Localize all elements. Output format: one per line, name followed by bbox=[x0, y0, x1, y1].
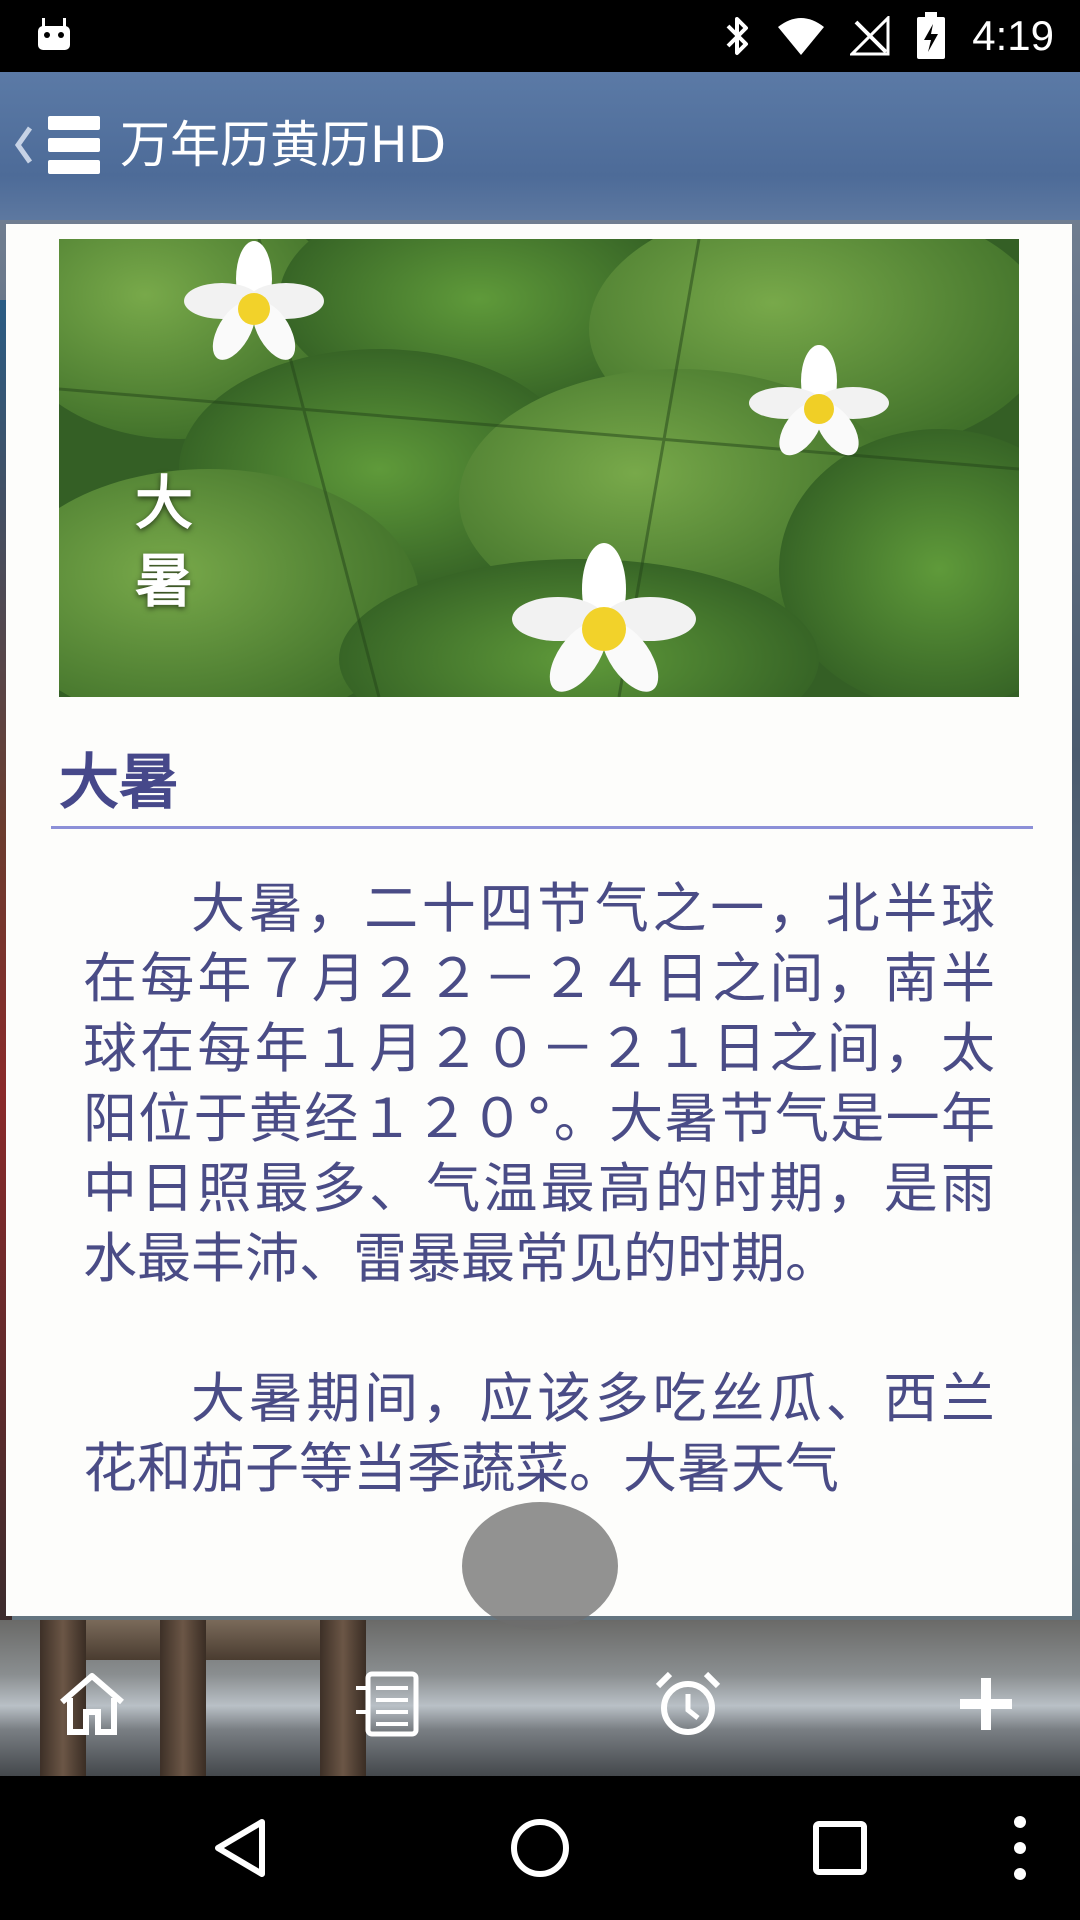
article-body: 大暑，二十四节气之一，北半球在每年７月２２－２４日之间，南半球在每年１月２０－２… bbox=[83, 874, 995, 1574]
title-divider bbox=[51, 826, 1033, 829]
back-icon[interactable] bbox=[200, 1808, 280, 1888]
bottom-toolbar bbox=[0, 1620, 1080, 1776]
bluetooth-icon bbox=[726, 17, 749, 55]
more-vert-icon[interactable] bbox=[980, 1808, 1060, 1888]
article-title: 大暑 bbox=[59, 748, 179, 818]
plus-icon[interactable] bbox=[950, 1668, 1022, 1740]
wifi-icon bbox=[778, 18, 825, 55]
battery-charging-icon bbox=[917, 12, 946, 59]
home-circle-icon[interactable] bbox=[500, 1808, 580, 1888]
home-icon[interactable] bbox=[56, 1668, 128, 1740]
status-bar: 4:19 bbox=[0, 0, 1080, 72]
article-paragraph: 大暑期间，应该多吃丝瓜、西兰花和茄子等当季蔬菜。大暑天气 bbox=[83, 1367, 995, 1500]
list-icon[interactable] bbox=[350, 1668, 422, 1740]
app-bar: 万年历黄历HD bbox=[0, 72, 1080, 220]
chevron-left-icon[interactable] bbox=[8, 120, 38, 170]
no-signal-icon bbox=[850, 16, 890, 56]
status-time: 4:19 bbox=[972, 12, 1054, 59]
floating-action-button[interactable] bbox=[462, 1502, 618, 1630]
android-icon bbox=[38, 18, 70, 50]
system-nav-bar bbox=[0, 1776, 1080, 1920]
recents-icon[interactable] bbox=[800, 1808, 880, 1888]
article-card: 大 暑 大暑 大暑，二十四节气之一，北半球在每年７月２２－２４日之间，南半球在每… bbox=[6, 224, 1072, 1616]
article-paragraph: 大暑，二十四节气之一，北半球在每年７月２２－２４日之间，南半球在每年１月２０－２… bbox=[83, 877, 995, 1290]
hero-image: 大 暑 bbox=[59, 239, 1019, 697]
image-caption: 大 暑 bbox=[134, 469, 193, 615]
menu-icon[interactable] bbox=[48, 116, 100, 174]
alarm-clock-icon[interactable] bbox=[652, 1668, 724, 1740]
app-title: 万年历黄历HD bbox=[120, 116, 447, 174]
